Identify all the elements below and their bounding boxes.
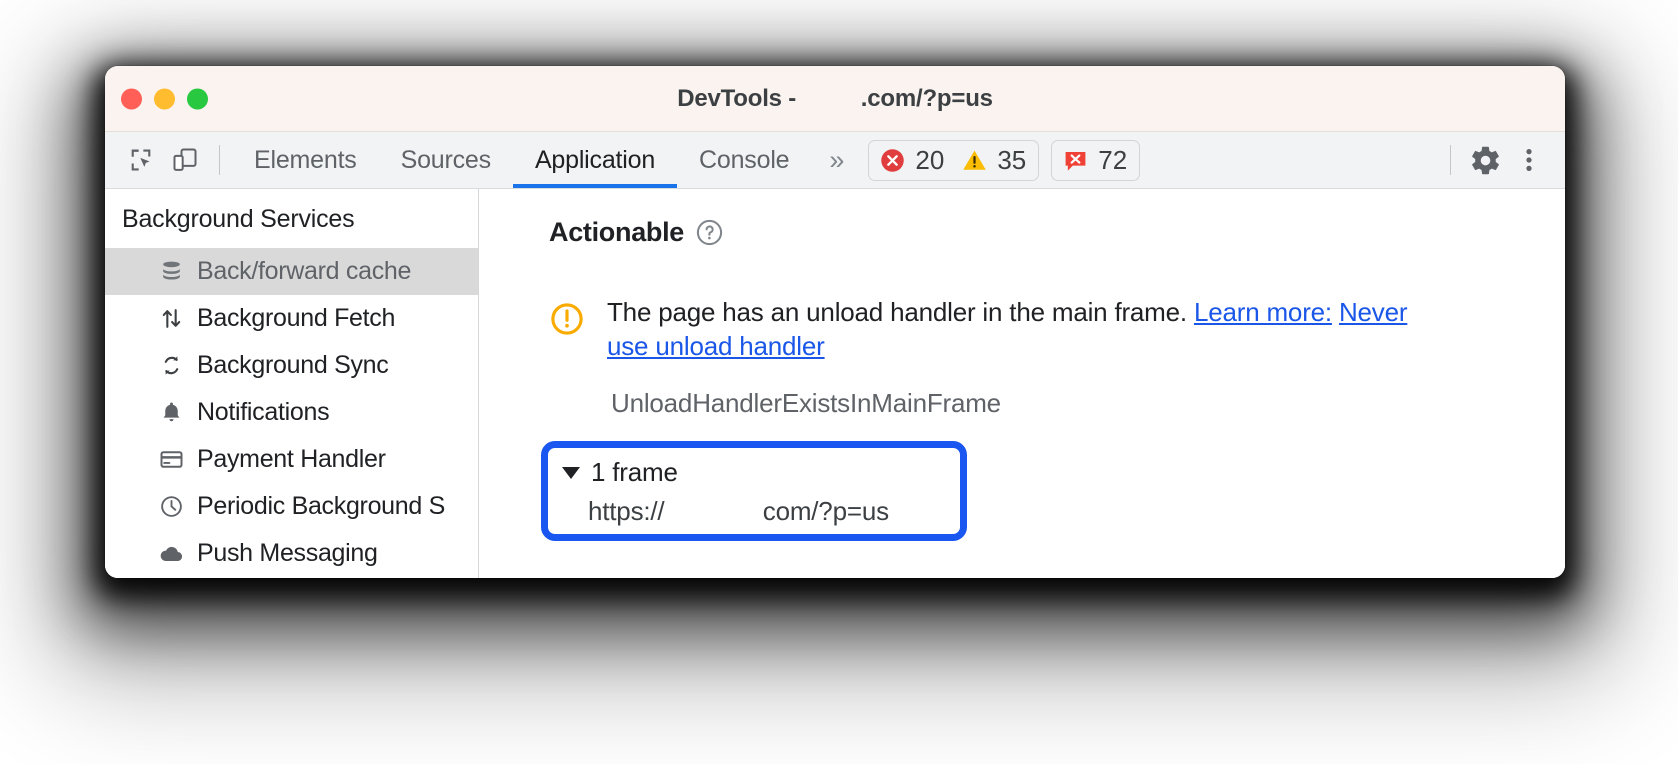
- frames-highlight-box: 1 frame https:// com/?p=us: [541, 441, 967, 541]
- application-sidebar: Background Services Back/forward cache B…: [105, 189, 479, 578]
- window-titlebar: DevTools - .com/?p=us: [105, 66, 1565, 132]
- issue-bubble-icon: [1065, 151, 1086, 171]
- sidebar-item-label: Background Sync: [197, 351, 389, 379]
- devtools-body: Background Services Back/forward cache B…: [105, 189, 1565, 578]
- frames-toggle-row[interactable]: 1 frame: [562, 457, 960, 488]
- toolbar-divider-right: [1450, 145, 1451, 175]
- frames-summary-label: 1 frame: [591, 457, 678, 487]
- sidebar-item-payment-handler[interactable]: Payment Handler: [105, 436, 478, 483]
- toolbar-divider-left: [219, 145, 220, 175]
- bell-icon: [157, 399, 185, 427]
- tab-application[interactable]: Application: [512, 132, 678, 188]
- chevron-down-icon[interactable]: [562, 466, 580, 479]
- cloud-icon: [157, 540, 185, 568]
- warning-circle-icon: [549, 301, 585, 342]
- sidebar-item-label: Back/forward cache: [197, 257, 412, 285]
- up-down-arrows-icon: [157, 305, 185, 333]
- bfcache-issue-row: The page has an unload handler in the ma…: [549, 295, 1565, 364]
- section-title: Actionable: [549, 217, 685, 247]
- device-toolbar-icon: [173, 148, 197, 171]
- window-title: DevTools - .com/?p=us: [677, 84, 993, 112]
- frames-content: 1 frame https:// com/?p=us: [548, 448, 960, 527]
- close-window-button[interactable]: [121, 88, 142, 109]
- tab-sources[interactable]: Sources: [379, 132, 513, 188]
- warning-count: 35: [997, 145, 1027, 175]
- error-count: 20: [915, 145, 945, 175]
- panel-tabs: Elements Sources Application Console: [232, 132, 811, 188]
- tab-elements[interactable]: Elements: [232, 132, 379, 188]
- sidebar-item-label: Push Messaging: [197, 539, 378, 567]
- sidebar-item-notifications[interactable]: Notifications: [105, 389, 478, 436]
- minimize-window-button[interactable]: [154, 88, 175, 109]
- tab-console[interactable]: Console: [677, 132, 811, 188]
- clock-icon: [157, 493, 185, 521]
- error-circle-icon: [881, 148, 905, 172]
- inspect-element-icon: [131, 149, 151, 171]
- help-circle-icon[interactable]: [695, 218, 724, 247]
- gear-icon: [1471, 146, 1499, 174]
- credit-card-icon: [157, 446, 185, 474]
- sidebar-section-title: Background Services: [122, 205, 355, 233]
- settings-button[interactable]: [1463, 138, 1507, 182]
- devtools-window: DevTools - .com/?p=us Elements Sources A…: [105, 66, 1565, 578]
- maximize-window-button[interactable]: [187, 88, 208, 109]
- sidebar-item-label: Periodic Background S: [197, 492, 446, 520]
- sidebar-item-background-sync[interactable]: Background Sync: [105, 342, 478, 389]
- toolbar-badges: 20 35 72: [868, 139, 1141, 181]
- toolbar-right-tools: [1438, 138, 1565, 182]
- warning-triangle-icon: [963, 150, 987, 170]
- frame-url[interactable]: https:// com/?p=us: [588, 496, 960, 527]
- console-counters-badge[interactable]: 20 35: [868, 139, 1040, 181]
- bfcache-main-panel: Actionable The page has an unload handle…: [479, 189, 1565, 578]
- kebab-menu-icon: [1526, 149, 1532, 171]
- bfcache-reason-code: UnloadHandlerExistsInMainFrame: [611, 387, 1001, 418]
- actionable-section-header: Actionable: [549, 217, 1565, 248]
- sidebar-item-label: Background Fetch: [197, 304, 396, 332]
- issues-count: 72: [1098, 145, 1128, 175]
- sidebar-item-back-forward-cache[interactable]: Back/forward cache: [105, 248, 478, 295]
- sync-refresh-icon: [157, 352, 185, 380]
- device-toolbar-button[interactable]: [163, 138, 207, 182]
- more-tabs-button[interactable]: »: [811, 145, 862, 176]
- issue-text-space: [1332, 297, 1339, 327]
- sidebar-item-label: Payment Handler: [197, 445, 386, 473]
- traffic-light-buttons[interactable]: [121, 88, 208, 109]
- more-options-button[interactable]: [1507, 138, 1551, 182]
- inspect-element-button[interactable]: [119, 138, 163, 182]
- sidebar-item-label: Notifications: [197, 398, 330, 426]
- sidebar-item-push-messaging[interactable]: Push Messaging: [105, 530, 478, 577]
- learn-more-link-prefix[interactable]: Learn more:: [1194, 297, 1332, 327]
- devtools-toolbar: Elements Sources Application Console » 2…: [105, 132, 1565, 189]
- issue-description: The page has an unload handler in the ma…: [607, 295, 1437, 364]
- issues-badge[interactable]: 72: [1051, 139, 1141, 181]
- sidebar-item-periodic-background-sync[interactable]: Periodic Background S: [105, 483, 478, 530]
- screenshot-stage: DevTools - .com/?p=us Elements Sources A…: [0, 0, 1678, 764]
- database-stack-icon: [157, 258, 185, 286]
- issue-message-text: The page has an unload handler in the ma…: [607, 297, 1194, 327]
- sidebar-item-background-fetch[interactable]: Background Fetch: [105, 295, 478, 342]
